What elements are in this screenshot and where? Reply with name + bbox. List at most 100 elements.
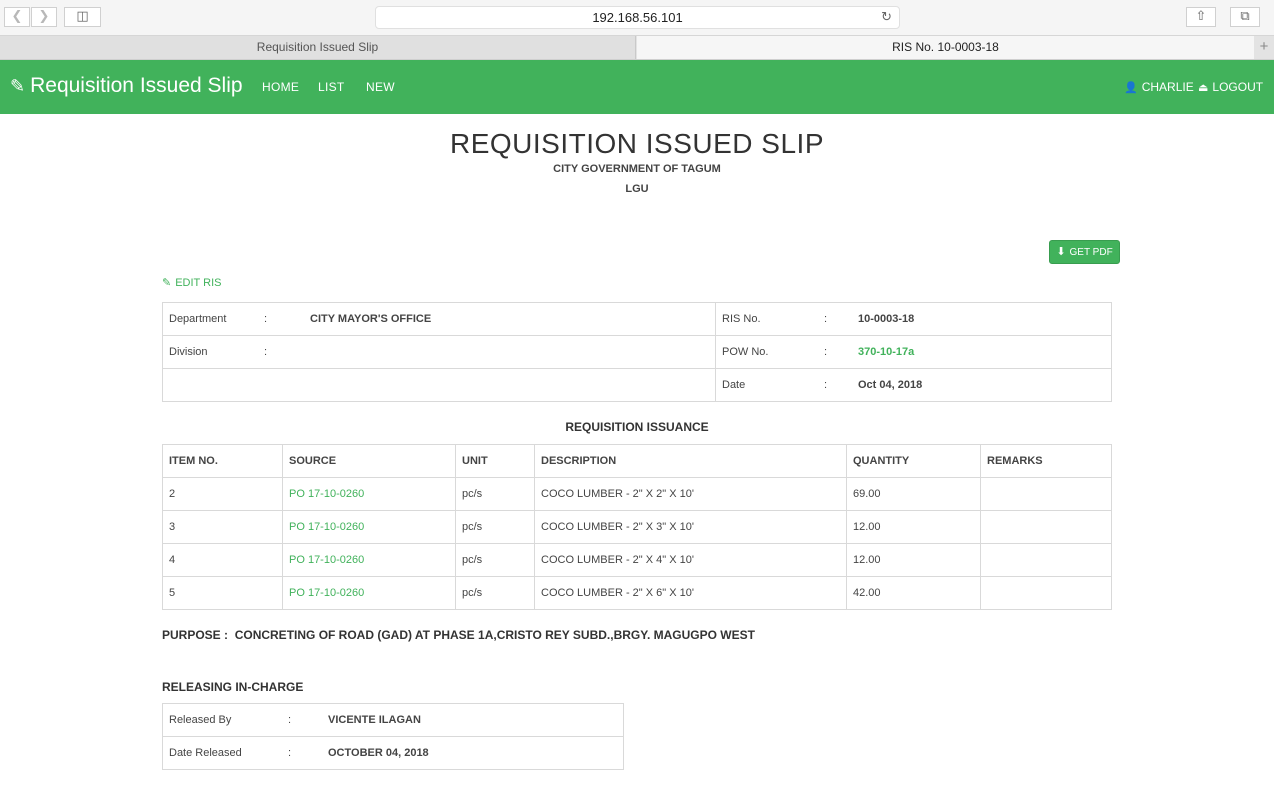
col-quantity: QUANTITY — [846, 444, 981, 478]
org-unit: LGU — [625, 183, 649, 195]
department-label: Department — [169, 313, 227, 325]
pow-no-cell: POW No.: 370-10-17a — [715, 335, 1112, 369]
colon: : — [264, 313, 268, 325]
purpose-text: CONCRETING OF ROAD (GAD) AT PHASE 1A,CRI… — [234, 628, 755, 642]
tabs-overview-button[interactable]: ⧉ — [1230, 7, 1260, 27]
back-button[interactable]: ❮ — [4, 7, 30, 27]
source-link[interactable]: PO 17-10-0260 — [282, 576, 456, 610]
browser-toolbar: ❮ ❯ ◫ 192.168.56.101 ↻ ⇧ ⧉ — [0, 0, 1274, 36]
logout-link[interactable]: ⏏ LOGOUT — [1198, 80, 1263, 94]
item-no: 4 — [162, 543, 283, 577]
user-icon: 👤 — [1124, 81, 1138, 94]
user-name: CHARLIE — [1141, 80, 1194, 94]
brand-label: Requisition Issued Slip — [30, 74, 243, 97]
source-link[interactable]: PO 17-10-0260 — [282, 510, 456, 544]
app-navbar: ✎ Requisition Issued Slip HOME LIST NEW 👤… — [0, 60, 1274, 114]
quantity: 69.00 — [846, 477, 981, 511]
quantity: 12.00 — [846, 510, 981, 544]
released-by-value: VICENTE ILAGAN — [328, 714, 421, 726]
quantity: 42.00 — [846, 576, 981, 610]
released-by-cell: Released By: VICENTE ILAGAN — [162, 703, 624, 737]
department-value: CITY MAYOR'S OFFICE — [310, 313, 432, 325]
col-source: SOURCE — [282, 444, 456, 478]
colon: : — [824, 313, 828, 325]
date-label: Date — [722, 379, 746, 391]
releasing-title: RELEASING IN-CHARGE — [162, 680, 304, 694]
colon: : — [824, 379, 828, 391]
ris-no-label: RIS No. — [722, 313, 761, 325]
description: COCO LUMBER - 2" X 2" X 10' — [534, 477, 847, 511]
date-released-value: OCTOBER 04, 2018 — [328, 747, 429, 759]
pow-no-link[interactable]: 370-10-17a — [858, 346, 914, 358]
logout-label: LOGOUT — [1212, 80, 1264, 94]
unit: pc/s — [455, 510, 535, 544]
pow-no-label: POW No. — [722, 346, 769, 358]
get-pdf-button[interactable]: ⬇ GET PDF — [1049, 240, 1120, 264]
item-no: 3 — [162, 510, 283, 544]
edit-ris-link[interactable]: ✎ EDIT RIS — [162, 276, 221, 289]
tab-requisition-issued-slip[interactable]: Requisition Issued Slip — [0, 36, 636, 59]
purpose-line: PURPOSE : CONCRETING OF ROAD (GAD) AT PH… — [162, 628, 755, 642]
remarks — [980, 576, 1112, 610]
issuance-title: REQUISITION ISSUANCE — [565, 420, 709, 434]
date-released-cell: Date Released: OCTOBER 04, 2018 — [162, 736, 624, 770]
ris-no-value: 10-0003-18 — [858, 313, 915, 325]
brand-link[interactable]: ✎ Requisition Issued Slip — [10, 74, 243, 98]
page-title: REQUISITION ISSUED SLIP — [449, 128, 825, 159]
address-bar[interactable]: 192.168.56.101 ↻ — [375, 6, 900, 29]
ris-no-cell: RIS No.: 10-0003-18 — [715, 302, 1112, 336]
releasing-table: Released By: VICENTE ILAGAN Date Released… — [162, 703, 624, 770]
col-description: DESCRIPTION — [534, 444, 847, 478]
new-tab-icon[interactable]: + — [1254, 36, 1274, 59]
ris-info-table: Department: CITY MAYOR'S OFFICE RIS No.: 1… — [162, 302, 1112, 402]
forward-button[interactable]: ❯ — [31, 7, 57, 27]
url-text: 192.168.56.101 — [592, 10, 683, 25]
colon: : — [264, 346, 268, 358]
remarks — [980, 510, 1112, 544]
table-row: 2 PO 17-10-0260 pc/s COCO LUMBER - 2" X … — [162, 477, 1112, 511]
date-released-label: Date Released — [169, 747, 242, 759]
purpose-label: PURPOSE : — [162, 628, 229, 642]
unit: pc/s — [455, 576, 535, 610]
eject-icon: ⏏ — [1198, 81, 1209, 94]
nav-new[interactable]: NEW — [366, 80, 395, 94]
empty-cell — [162, 368, 716, 402]
colon: : — [824, 346, 828, 358]
share-button[interactable]: ⇧ — [1186, 7, 1216, 27]
department-cell: Department: CITY MAYOR'S OFFICE — [162, 302, 716, 336]
tab-bar: Requisition Issued Slip RIS No. 10-0003-… — [0, 36, 1274, 60]
edit-ris-label: EDIT RIS — [175, 277, 222, 289]
quantity: 12.00 — [846, 543, 981, 577]
remarks — [980, 543, 1112, 577]
col-item-no: ITEM NO. — [162, 444, 283, 478]
nav-list[interactable]: LIST — [318, 80, 345, 94]
table-row: 5 PO 17-10-0260 pc/s COCO LUMBER - 2" X … — [162, 576, 1112, 610]
item-no: 2 — [162, 477, 283, 511]
source-link[interactable]: PO 17-10-0260 — [282, 477, 456, 511]
col-unit: UNIT — [455, 444, 535, 478]
source-link[interactable]: PO 17-10-0260 — [282, 543, 456, 577]
user-menu[interactable]: 👤 CHARLIE — [1124, 80, 1194, 94]
nav-home[interactable]: HOME — [262, 80, 299, 94]
unit: pc/s — [455, 477, 535, 511]
item-no: 5 — [162, 576, 283, 610]
issuance-table: ITEM NO. SOURCE UNIT DESCRIPTION QUANTIT… — [162, 444, 1112, 610]
remarks — [980, 477, 1112, 511]
description: COCO LUMBER - 2" X 6" X 10' — [534, 576, 847, 610]
description: COCO LUMBER - 2" X 4" X 10' — [534, 543, 847, 577]
description: COCO LUMBER - 2" X 3" X 10' — [534, 510, 847, 544]
download-icon: ⬇ — [1056, 245, 1066, 258]
tab-ris-no[interactable]: RIS No. 10-0003-18 — [637, 36, 1254, 59]
division-cell: Division: — [162, 335, 716, 369]
pencil-icon: ✎ — [162, 276, 172, 289]
colon: : — [288, 747, 292, 759]
reload-icon[interactable]: ↻ — [881, 7, 892, 28]
get-pdf-label: GET PDF — [1069, 247, 1113, 258]
released-by-label: Released By — [169, 714, 232, 726]
colon: : — [288, 714, 292, 726]
date-value: Oct 04, 2018 — [858, 379, 923, 391]
date-cell: Date: Oct 04, 2018 — [715, 368, 1112, 402]
table-row: 3 PO 17-10-0260 pc/s COCO LUMBER - 2" X … — [162, 510, 1112, 544]
sidebar-toggle-button[interactable]: ◫ — [64, 7, 101, 27]
table-row: 4 PO 17-10-0260 pc/s COCO LUMBER - 2" X … — [162, 543, 1112, 577]
